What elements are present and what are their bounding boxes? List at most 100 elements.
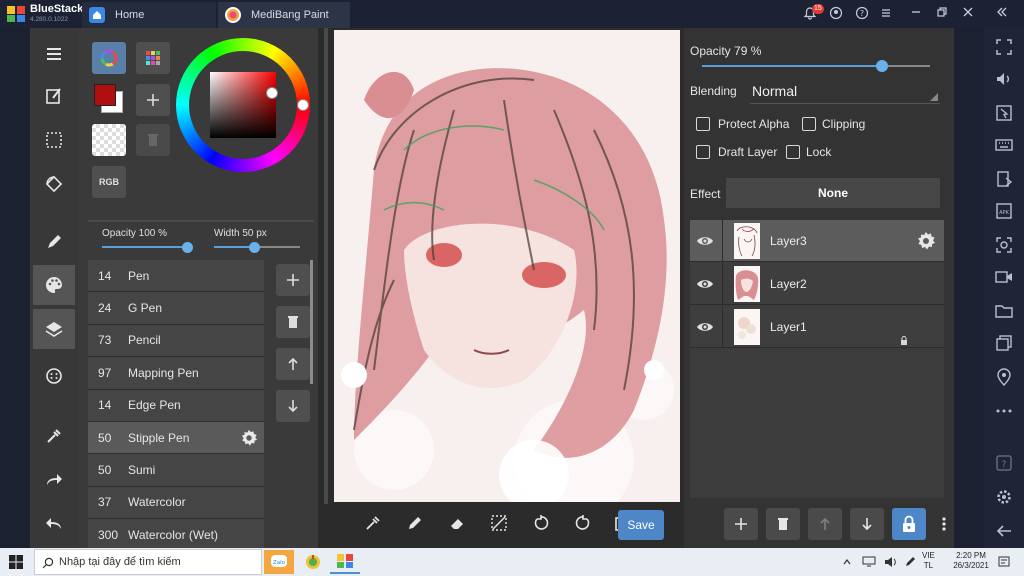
palette-grid-button[interactable] (136, 42, 170, 74)
zalo-app[interactable]: Zalo (264, 550, 294, 574)
lock-layer-button[interactable] (892, 508, 926, 540)
apk-icon[interactable]: APK (995, 202, 1013, 220)
layer-more-button[interactable] (934, 508, 954, 540)
move-brush-down-button[interactable] (276, 390, 310, 422)
keyboard-icon[interactable] (995, 136, 1013, 154)
layers-button[interactable] (33, 309, 75, 349)
draft-layer-checkbox[interactable] (696, 145, 710, 159)
brush-row[interactable]: 50 Stipple Pen (88, 421, 264, 455)
move-layer-up-button[interactable] (808, 508, 842, 540)
install-apk-icon[interactable] (995, 170, 1013, 188)
eye-icon[interactable] (696, 232, 714, 250)
drawing-canvas[interactable] (334, 30, 680, 502)
clipping-checkbox[interactable] (802, 117, 816, 131)
taskbar-clock[interactable]: 2:20 PM 26/3/2021 (950, 551, 992, 571)
brush-opacity-slider[interactable] (102, 242, 193, 253)
add-color-button[interactable] (136, 84, 170, 116)
add-layer-button[interactable] (724, 508, 758, 540)
settings-icon[interactable] (995, 488, 1013, 506)
brush-button[interactable] (33, 222, 75, 262)
eyedropper-tool[interactable] (362, 512, 384, 534)
layer-opacity-slider[interactable] (702, 60, 930, 72)
cursor-icon[interactable] (995, 104, 1013, 122)
folder-icon[interactable] (995, 302, 1013, 320)
hue-knob[interactable] (297, 99, 309, 111)
gear-icon[interactable] (916, 231, 936, 251)
account-icon[interactable] (828, 6, 844, 22)
eyedropper-button[interactable] (33, 416, 75, 456)
color-wheel[interactable] (176, 38, 310, 172)
protect-alpha-checkbox[interactable] (696, 117, 710, 131)
brush-row[interactable]: 97 Mapping Pen (88, 357, 264, 390)
redo-button[interactable] (33, 460, 75, 500)
layer-row-layer1[interactable]: Layer1 (690, 306, 944, 348)
brush-row[interactable]: 300 Watercolor (Wet) (88, 519, 264, 548)
close-icon[interactable] (960, 6, 976, 22)
rotate-button[interactable] (33, 164, 75, 204)
record-icon[interactable] (995, 268, 1013, 286)
chevron-up-icon[interactable] (842, 557, 852, 567)
rotate-left-tool[interactable] (530, 512, 552, 534)
color-swatch[interactable] (92, 82, 126, 116)
delete-color-button[interactable] (136, 124, 170, 156)
minimize-icon[interactable] (908, 6, 924, 22)
eye-icon[interactable] (696, 275, 714, 293)
brush-list-scrollbar[interactable] (310, 260, 313, 384)
deselect-tool[interactable] (488, 512, 510, 534)
screenshot-icon[interactable] (995, 236, 1013, 254)
notifications-icon[interactable] (998, 556, 1010, 568)
move-brush-up-button[interactable] (276, 348, 310, 380)
pen-workspace-icon[interactable] (904, 556, 916, 568)
tab-medibang[interactable]: MediBang Paint (218, 2, 350, 28)
help-icon[interactable]: ? (995, 454, 1013, 472)
brush-width-slider[interactable] (214, 242, 300, 253)
tab-home[interactable]: Home (82, 2, 216, 28)
volume-icon[interactable] (995, 70, 1013, 88)
effect-button[interactable]: None (726, 178, 940, 208)
windows-start-icon[interactable] (8, 554, 24, 570)
brush-row[interactable]: 24 G Pen (88, 292, 264, 325)
back-icon[interactable] (995, 522, 1013, 540)
more-icon[interactable] (995, 402, 1013, 420)
eraser-tool[interactable] (446, 512, 468, 534)
add-brush-button[interactable] (276, 264, 310, 296)
brush-row[interactable]: 73 Pencil (88, 324, 264, 358)
gear-icon[interactable] (240, 429, 258, 447)
taskbar-search[interactable]: Nhập tại đây để tìm kiếm (34, 549, 262, 575)
network-icon[interactable] (862, 556, 876, 568)
transparent-color-button[interactable] (92, 124, 126, 156)
multi-instance-icon[interactable] (995, 334, 1013, 352)
collapse-icon[interactable] (994, 6, 1010, 22)
delete-layer-button[interactable] (766, 508, 800, 540)
menu-button[interactable] (33, 34, 75, 74)
edit-button[interactable] (33, 76, 75, 116)
expand-icon[interactable] (995, 38, 1013, 56)
rgb-button[interactable]: RGB (92, 166, 126, 198)
palette-button[interactable] (33, 265, 75, 305)
delete-brush-button[interactable] (276, 306, 310, 338)
menu-icon[interactable] (878, 6, 894, 22)
pen-tool[interactable] (404, 512, 426, 534)
restore-icon[interactable] (934, 6, 950, 22)
blending-select[interactable]: Normal (750, 78, 940, 104)
saturation-value-square[interactable] (210, 72, 276, 138)
taskbar-app[interactable] (298, 550, 328, 574)
selection-button[interactable] (33, 120, 75, 160)
bluestacks-taskbar-app[interactable] (330, 550, 360, 574)
location-icon[interactable] (995, 368, 1013, 386)
brush-row[interactable]: 37 Watercolor (88, 486, 264, 520)
sv-knob[interactable] (266, 87, 278, 99)
eye-icon[interactable] (696, 318, 714, 336)
help-icon[interactable]: ? (854, 6, 870, 22)
layer-row-layer3[interactable]: Layer3 (690, 220, 944, 262)
color-wheel-mode-button[interactable] (92, 42, 126, 74)
brush-row[interactable]: 14 Pen (88, 260, 264, 293)
undo-button[interactable] (33, 504, 75, 544)
speaker-icon[interactable] (884, 556, 898, 568)
save-button[interactable]: Save (618, 510, 664, 540)
input-language[interactable]: VIE TL (922, 551, 935, 571)
brush-row[interactable]: 14 Edge Pen (88, 389, 264, 422)
layer-row-layer2[interactable]: Layer2 (690, 263, 944, 305)
move-layer-down-button[interactable] (850, 508, 884, 540)
brush-row[interactable]: 50 Sumi (88, 454, 264, 487)
